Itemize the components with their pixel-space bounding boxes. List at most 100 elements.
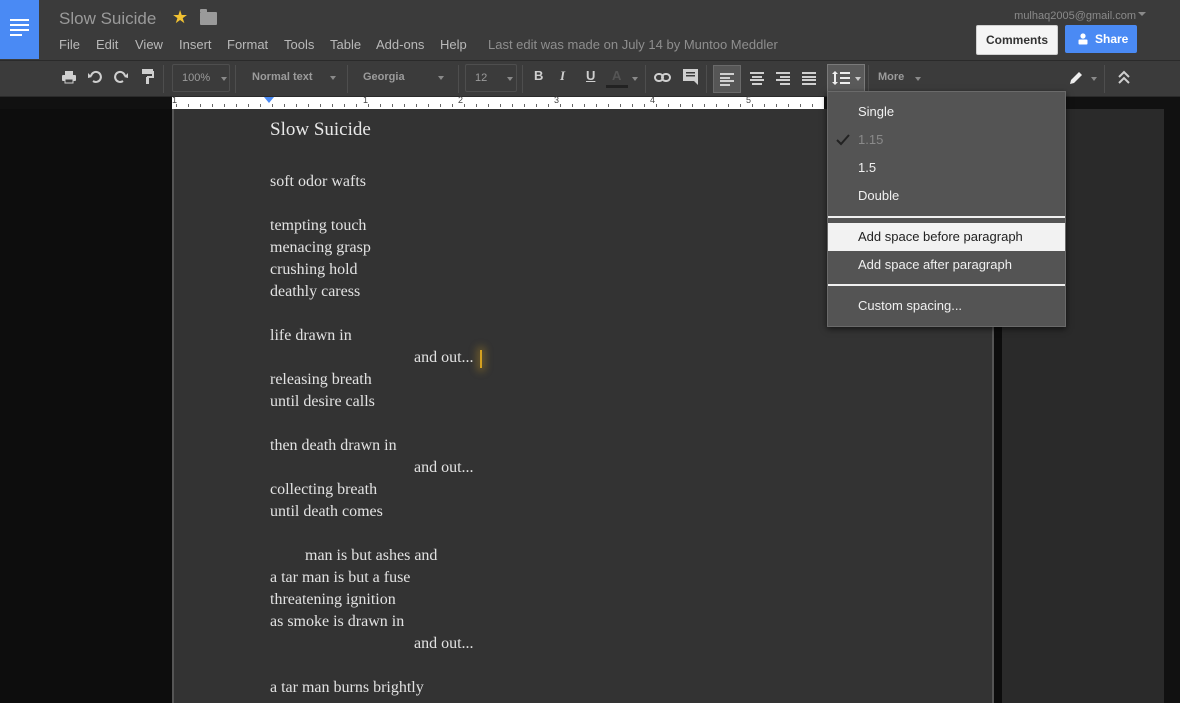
menu-table[interactable]: Table bbox=[330, 37, 361, 52]
document-line: and out... bbox=[414, 459, 474, 476]
document-line: releasing breath bbox=[270, 371, 372, 388]
spacing-option-single[interactable]: Single bbox=[828, 98, 1065, 126]
menu-format[interactable]: Format bbox=[227, 37, 268, 52]
menu-view[interactable]: View bbox=[135, 37, 163, 52]
line-spacing-button[interactable] bbox=[827, 64, 865, 93]
spacing-option-double[interactable]: Double bbox=[828, 182, 1065, 210]
justify-icon[interactable] bbox=[796, 65, 822, 91]
ruler-tick bbox=[224, 104, 225, 107]
document-line: a tar man burns brightly bbox=[270, 679, 424, 696]
ruler-tick bbox=[380, 104, 381, 107]
font-size-dropdown[interactable]: 12 bbox=[465, 64, 517, 92]
ruler-tick bbox=[668, 104, 669, 107]
ruler-tick bbox=[608, 104, 609, 107]
link-icon[interactable] bbox=[654, 67, 672, 89]
ruler-tick bbox=[332, 104, 333, 107]
ruler-tick bbox=[260, 104, 261, 107]
document-line: then death drawn in bbox=[270, 437, 397, 454]
document-heading: Slow Suicide bbox=[270, 119, 371, 140]
redo-icon[interactable] bbox=[113, 67, 129, 89]
underline-button[interactable]: U bbox=[586, 68, 595, 83]
menu-help[interactable]: Help bbox=[440, 37, 467, 52]
ruler-tick bbox=[572, 104, 573, 107]
ruler-tick bbox=[812, 104, 813, 107]
document-line: menacing grasp bbox=[270, 239, 371, 256]
document-line: soft odor wafts bbox=[270, 173, 366, 190]
folder-icon[interactable] bbox=[200, 9, 217, 25]
add-space-after-paragraph[interactable]: Add space after paragraph bbox=[828, 251, 1065, 279]
menu-insert[interactable]: Insert bbox=[179, 37, 212, 52]
align-center-icon[interactable] bbox=[744, 65, 770, 91]
spacing-option-1-5[interactable]: 1.5 bbox=[828, 154, 1065, 182]
ruler-tick bbox=[452, 104, 453, 107]
pencil-icon[interactable] bbox=[1068, 67, 1084, 89]
custom-spacing-option[interactable]: Custom spacing... bbox=[828, 292, 1065, 320]
menu-edit[interactable]: Edit bbox=[96, 37, 118, 52]
ruler-tick bbox=[776, 104, 777, 107]
share-button[interactable]: Share bbox=[1065, 25, 1137, 53]
text-cursor bbox=[480, 350, 482, 368]
document-line: crushing hold bbox=[270, 261, 358, 278]
italic-button[interactable]: I bbox=[560, 68, 565, 84]
scrollbar-track[interactable] bbox=[1164, 109, 1180, 703]
ruler-tick bbox=[620, 104, 621, 107]
style-dropdown[interactable]: Normal text bbox=[243, 64, 339, 90]
ruler-tick bbox=[764, 104, 765, 107]
document-line: man is but ashes and bbox=[305, 547, 438, 564]
document-line: life drawn in bbox=[270, 327, 352, 344]
ruler-tick bbox=[488, 104, 489, 107]
collapse-icon[interactable] bbox=[1117, 67, 1131, 89]
doc-title[interactable]: Slow Suicide bbox=[59, 9, 156, 29]
ruler-tick bbox=[740, 104, 741, 107]
ruler-tick bbox=[368, 104, 369, 107]
document-line: tempting touch bbox=[270, 217, 367, 234]
ruler-tick bbox=[188, 104, 189, 107]
share-label: Share bbox=[1095, 32, 1129, 46]
add-space-before-paragraph[interactable]: Add space before paragraph bbox=[828, 223, 1065, 251]
bold-button[interactable]: B bbox=[534, 68, 543, 83]
print-icon[interactable] bbox=[61, 67, 77, 89]
comments-button[interactable]: Comments bbox=[976, 25, 1058, 55]
font-dropdown[interactable]: Georgia bbox=[354, 64, 450, 90]
ruler-tick bbox=[176, 104, 177, 107]
docs-home-icon[interactable] bbox=[0, 0, 39, 59]
undo-icon[interactable] bbox=[87, 67, 103, 89]
ruler-tick bbox=[284, 104, 285, 107]
align-right-icon[interactable] bbox=[770, 65, 796, 91]
ruler-tick bbox=[356, 104, 357, 107]
account-email[interactable]: mulhaq2005@gmail.com bbox=[1014, 10, 1136, 22]
text-color-swatch bbox=[606, 85, 628, 88]
ruler-tick bbox=[320, 104, 321, 107]
star-icon[interactable]: ★ bbox=[172, 7, 188, 28]
zoom-dropdown[interactable]: 100% bbox=[172, 64, 230, 92]
align-left-icon[interactable] bbox=[713, 65, 741, 93]
ruler-tick bbox=[428, 104, 429, 107]
last-edit-link[interactable]: Last edit was made on July 14 by Muntoo … bbox=[488, 37, 778, 52]
ruler-tick bbox=[212, 104, 213, 107]
document-line: collecting breath bbox=[270, 481, 378, 498]
paint-format-icon[interactable] bbox=[140, 67, 156, 89]
ruler-tick bbox=[512, 104, 513, 107]
comment-icon[interactable] bbox=[682, 67, 699, 89]
menu-file[interactable]: File bbox=[59, 37, 80, 52]
menu-tools[interactable]: Tools bbox=[284, 37, 314, 52]
text-color-button[interactable]: A bbox=[605, 67, 629, 89]
account-caret-icon[interactable] bbox=[1138, 12, 1146, 16]
zoom-value: 100% bbox=[182, 72, 211, 84]
ruler-tick bbox=[464, 104, 465, 107]
spacing-option-1-15[interactable]: 1.15 bbox=[828, 126, 1065, 154]
ruler-tick bbox=[236, 104, 237, 107]
more-label: More bbox=[878, 71, 905, 83]
more-button[interactable]: More bbox=[878, 71, 904, 83]
option-label: Add space before paragraph bbox=[858, 229, 1023, 244]
document-line: as smoke is drawn in bbox=[270, 613, 405, 630]
menu-addons[interactable]: Add-ons bbox=[376, 37, 424, 52]
ruler-number: 5 bbox=[746, 95, 752, 105]
ruler-tick bbox=[272, 104, 273, 107]
ruler-number: 3 bbox=[554, 95, 560, 105]
ruler-tick bbox=[296, 104, 297, 107]
document-line: threatening ignition bbox=[270, 591, 396, 608]
option-label: Add space after paragraph bbox=[858, 257, 1012, 272]
indent-marker[interactable] bbox=[264, 97, 274, 103]
ruler-tick bbox=[536, 104, 537, 107]
